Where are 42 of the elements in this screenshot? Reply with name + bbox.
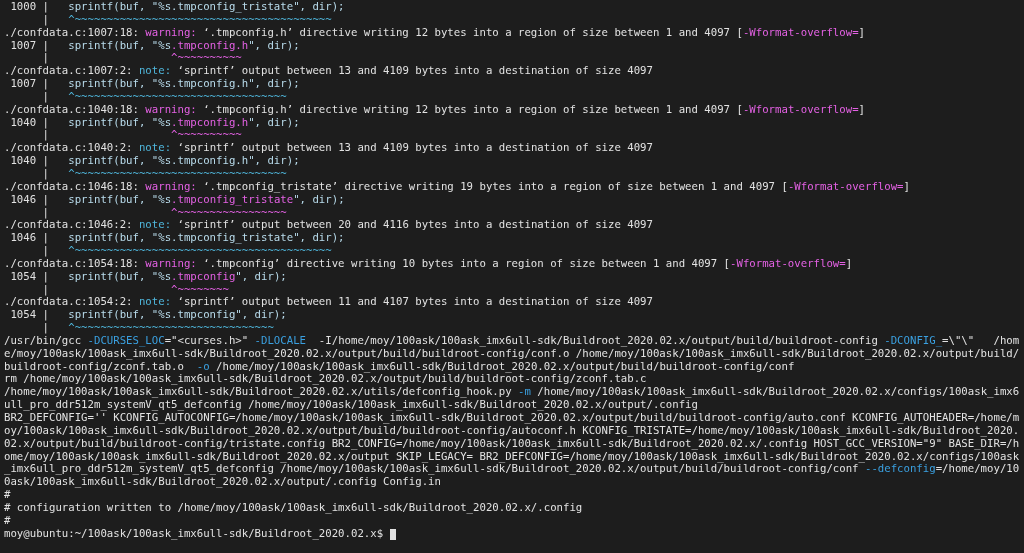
caret-marker: | ^~~~~~~~~~~~~~~~~~~~~~~~~~~~~~~~~~ (41, 90, 287, 104)
compiler-message: ./confdata.c:1054:18: warning: ‘.tmpconfig’ directive writing 10 bytes into a region of size between 1 and 4097 [-Wformat-overflow=] (4, 257, 853, 271)
shell-prompt: moy@ubuntu:~/100ask/100ask_imx6ull-sdk/Buildroot_2020.02.x$ (4, 527, 385, 541)
command-output: /home/moy/100ask/100ask_imx6ull-sdk/Buildroot_2020.02.x/utils/defconfig_hook.py -m /home/moy/100ask/100ask_imx6ull-sdk/Buildroot_2020.02.x/configs/100ask_imx6 (4, 386, 1020, 400)
command-output: ull_pro_ddr512m_systemV_qt5_defconfig /home/moy/100ask/100ask_imx6ull-sdk/Buildroot_2020.02.x/output/.config (4, 399, 698, 412)
caret-marker: | ^~~~~~~~~~~~~~~~~~ (41, 206, 287, 220)
command-output: buildroot-config/zconf.tab.o -o /home/moy/100ask/100ask_imx6ull-sdk/Buildroot_2020.02.x/output/build/buildroot-config/conf (4, 360, 795, 374)
command-output: 0ask/100ask_imx6ull-sdk/Buildroot_2020.02.x/output/.config Config.in (4, 476, 441, 490)
source-line: 1040 | sprintf(buf, "%s.tmpconfig.h", dir); (9, 116, 300, 130)
command-output: 02.x/output/build/buildroot-config/tristate.config BR2_CONFIG=/home/moy/100ask/100ask_imx6ull-sdk/Buildroot_2020.02.x/.config HOST_GCC_VERSION="9" BASE_DIR=/h (4, 437, 1020, 451)
command-output: _imx6ull_pro_ddr512m_systemV_qt5_defconfig /home/moy/100ask/100ask_imx6ull-sdk/Buildroot_2020.02.x/output/build/buildroot-config/conf --defconfig=/home/moy/10 (4, 463, 1020, 477)
caret-marker: | ^~~~~~~~~ (41, 283, 229, 297)
caret-marker: | ^~~~~~~~~~~~~~~~~~~~~~~~~~~~~~~~ (41, 322, 274, 335)
source-line: 1046 | sprintf(buf, "%s.tmpconfig_tristate", dir); (9, 193, 345, 207)
source-line: 1000 | sprintf(buf, "%s.tmpconfig_tristate", dir); (9, 1, 345, 14)
compiler-message: ./confdata.c:1040:18: warning: ‘.tmpconfig.h’ directive writing 12 bytes into a region of size between 1 and 4097 [-Wformat-overflow=] (4, 103, 865, 117)
command-output: rm /home/moy/100ask/100ask_imx6ull-sdk/Buildroot_2020.02.x/output/build/buildroot-config/zconf.tab.c (4, 373, 647, 387)
caret-marker: | ^~~~~~~~~~~ (41, 129, 242, 143)
caret-marker: | ^~~~~~~~~~~~~~~~~~~~~~~~~~~~~~~~~~~~~~~~~ (41, 13, 332, 27)
command-output: # (4, 514, 11, 528)
caret-marker: | ^~~~~~~~~~~~~~~~~~~~~~~~~~~~~~~~~~ (41, 167, 287, 181)
caret-marker: | ^~~~~~~~~~~ (41, 52, 242, 66)
source-line: 1054 | sprintf(buf, "%s.tmpconfig", dir); (9, 270, 287, 284)
source-line: 1040 | sprintf(buf, "%s.tmpconfig.h", dir); (9, 155, 300, 168)
compiler-message: ./confdata.c:1046:2: note: ‘sprintf’ output between 20 and 4116 bytes into a destination of size 4097 (4, 219, 653, 233)
command-output: oy/100ask/100ask_imx6ull-sdk/Buildroot_2020.02.x/output/build/buildroot-config/autoconf.h KCONFIG_TRISTATE=/home/moy/100ask/100ask_imx6ull-sdk/Buildroot_2020. (4, 424, 1020, 438)
command-output: ome/moy/100ask/100ask_imx6ull-sdk/Buildroot_2020.02.x/output SKIP_LEGACY= BR2_DEFCONFIG=/home/moy/100ask/100ask_imx6ull-sdk/Buildroot_2020.02.x/configs/100ask (4, 450, 1020, 464)
source-line: 1046 | sprintf(buf, "%s.tmpconfig_tristate", dir); (9, 232, 345, 246)
compiler-message: ./confdata.c:1046:18: warning: ‘.tmpconfig_tristate’ directive writing 19 bytes into a region of size between 1 and 4097 [-Wformat-overflow=] (4, 180, 910, 194)
compiler-message: ./confdata.c:1007:18: warning: ‘.tmpconfig.h’ directive writing 12 bytes into a region of size between 1 and 4097 [-Wformat-overflow=] (4, 26, 865, 40)
command-output: # (4, 489, 11, 502)
source-line: 1007 | sprintf(buf, "%s.tmpconfig.h", dir); (9, 78, 300, 91)
source-line: 1007 | sprintf(buf, "%s.tmpconfig.h", dir); (9, 39, 300, 53)
command-output: e/moy/100ask/100ask_imx6ull-sdk/Buildroot_2020.02.x/output/build/buildroot-config/conf.o /home/moy/100ask/100ask_imx6ull-sdk/Buildroot_2020.02.x/output/build/ (4, 347, 1020, 361)
compiler-message: ./confdata.c:1054:2: note: ‘sprintf’ output between 11 and 4107 bytes into a destination of size 4097 (4, 296, 653, 310)
compiler-message: ./confdata.c:1007:2: note: ‘sprintf’ output between 13 and 4109 bytes into a destination of size 4097 (4, 65, 653, 79)
caret-marker: | ^~~~~~~~~~~~~~~~~~~~~~~~~~~~~~~~~~~~~~~~~ (41, 245, 332, 258)
command-output: # configuration written to /home/moy/100ask/100ask_imx6ull-sdk/Buildroot_2020.02.x/.config (4, 501, 583, 515)
compiler-message: ./confdata.c:1040:2: note: ‘sprintf’ output between 13 and 4109 bytes into a destination of size 4097 (4, 142, 653, 156)
command-output: BR2_DEFCONFIG='' KCONFIG_AUTOCONFIG=/home/moy/100ask/100ask_imx6ull-sdk/Buildroot_2020.02.x/output/build/buildroot-config/auto.conf KCONFIG_AUTOHEADER=/home/m (4, 412, 1020, 425)
source-line: 1054 | sprintf(buf, "%s.tmpconfig", dir); (9, 309, 287, 323)
command-output: /usr/bin/gcc -DCURSES_LOC="<curses.h>" -DLOCALE -I/home/moy/100ask/100ask_imx6ull-sdk/Buildroot_2020.02.x/output/build/buildroot-config -DCONFIG_=\"\" /hom (4, 334, 1020, 348)
